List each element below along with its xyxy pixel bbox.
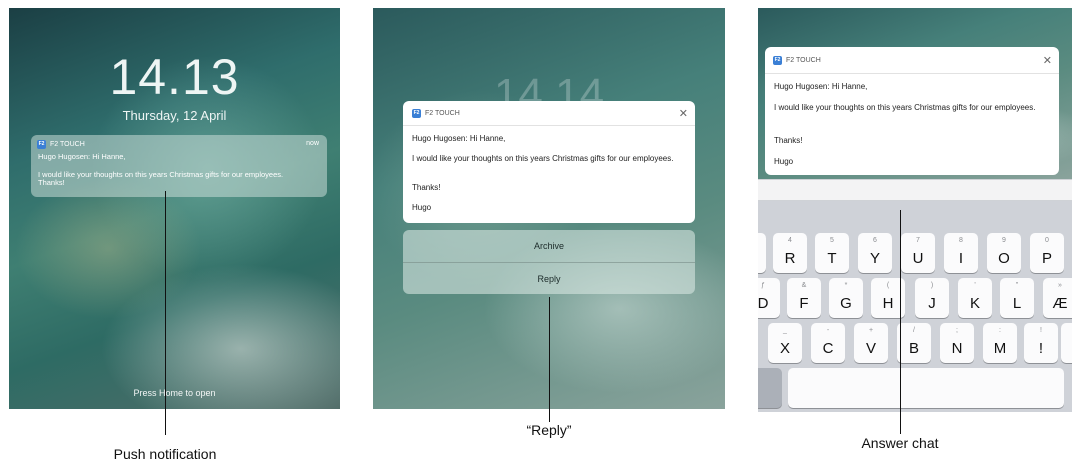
caption-answer-chat: Answer chat — [861, 435, 939, 451]
answer-chat-panel: F2 F2 TOUCH ✕ Hugo Hugosen: Hi Hanne, I … — [758, 8, 1072, 412]
card-sender: Hugo Hugosen: Hi Hanne, — [412, 134, 506, 143]
card-thanks: Thanks! — [412, 183, 441, 192]
close-icon[interactable]: ✕ — [1043, 54, 1052, 67]
key-o[interactable]: 9O — [987, 233, 1021, 273]
caption-reply: “Reply” — [526, 422, 572, 438]
card-body: I would like your thoughts on this years… — [412, 154, 674, 163]
key-f[interactable]: & F — [787, 278, 821, 318]
reply-input-field[interactable] — [758, 179, 1072, 201]
card-app-row: F2 F2 TOUCH — [773, 56, 821, 65]
key-i[interactable]: 8I — [944, 233, 978, 273]
press-home-hint: Press Home to open — [133, 388, 216, 398]
key-j[interactable]: ) J — [915, 278, 949, 318]
key[interactable] — [1061, 323, 1072, 363]
notification-thanks: Thanks! — [38, 178, 65, 187]
key-v[interactable]: + V — [854, 323, 888, 363]
card-signature: Hugo — [774, 157, 794, 166]
key-u[interactable]: 7U — [901, 233, 935, 273]
key-c[interactable]: -C — [811, 323, 845, 363]
push-notification-banner[interactable]: F2 F2 TOUCH now Hugo Hugosen: Hi Hanne, … — [31, 135, 327, 197]
key-b[interactable]: / B — [897, 323, 931, 363]
card-thanks: Thanks! — [774, 136, 803, 145]
notification-app-row: F2 F2 TOUCH — [37, 140, 85, 149]
push-notification-pointer — [165, 191, 166, 435]
card-body: I would like your thoughts on this years… — [774, 103, 1036, 112]
app-name: F2 TOUCH — [425, 110, 460, 117]
card-header: F2 F2 TOUCH ✕ — [765, 47, 1059, 74]
key-n[interactable]: ; N — [940, 323, 974, 363]
card-app-row: F2 F2 TOUCH — [412, 109, 460, 118]
key-x[interactable]: _ X — [768, 323, 802, 363]
app-name: F2 TOUCH — [50, 141, 85, 148]
key-l[interactable]: " L — [1000, 278, 1034, 318]
lock-clock-time: 14.13 — [109, 49, 240, 105]
key-r[interactable]: 4R — [773, 233, 807, 273]
app-icon: F2 — [37, 140, 46, 149]
key-d[interactable]: ƒD — [758, 278, 780, 318]
lock-clock-date: Thursday, 12 April — [122, 108, 227, 123]
close-icon[interactable]: ✕ — [679, 107, 688, 120]
reply-button[interactable]: Reply — [403, 263, 695, 295]
card-signature: Hugo — [412, 203, 432, 212]
reply-notification-card: F2 F2 TOUCH ✕ Hugo Hugosen: Hi Hanne, I … — [765, 47, 1059, 175]
notification-message: I would like your thoughts on this years… — [38, 170, 284, 179]
lock-screen-panel: 14.13 Thursday, 12 April F2 F2 TOUCH now… — [9, 8, 340, 409]
key-k[interactable]: ' K — [958, 278, 992, 318]
reply-pointer — [549, 297, 550, 422]
space-bar[interactable] — [788, 368, 1064, 408]
key-t[interactable]: 5T — [815, 233, 849, 273]
caption-push-notification: Push notification — [113, 446, 217, 462]
key[interactable] — [758, 233, 766, 273]
notification-actions: Archive Reply — [403, 230, 695, 294]
key-exclamation[interactable]: !! — [1024, 323, 1058, 363]
key-p[interactable]: 0P — [1030, 233, 1064, 273]
card-sender: Hugo Hugosen: Hi Hanne, — [774, 82, 868, 91]
key-ae[interactable]: » Æ — [1043, 278, 1072, 318]
app-name: F2 TOUCH — [786, 57, 821, 64]
archive-button[interactable]: Archive — [403, 230, 695, 262]
keyboard-mode-key[interactable] — [758, 368, 782, 408]
key-y[interactable]: 6Y — [858, 233, 892, 273]
answer-chat-pointer — [900, 210, 901, 434]
expanded-notification-card: F2 F2 TOUCH ✕ Hugo Hugosen: Hi Hanne, I … — [403, 101, 695, 223]
card-header: F2 F2 TOUCH ✕ — [403, 101, 695, 126]
key-m[interactable]: :M — [983, 323, 1017, 363]
key-g[interactable]: * G — [829, 278, 863, 318]
app-icon: F2 — [412, 109, 421, 118]
app-icon: F2 — [773, 56, 782, 65]
notification-sender: Hugo Hugosen: Hi Hanne, — [38, 152, 126, 161]
notification-time: now — [306, 140, 319, 147]
keyboard: 4R 5T 6Y 7U 8I 9O 0P ƒD & F * G (H ) J ' K "… — [758, 201, 1072, 412]
